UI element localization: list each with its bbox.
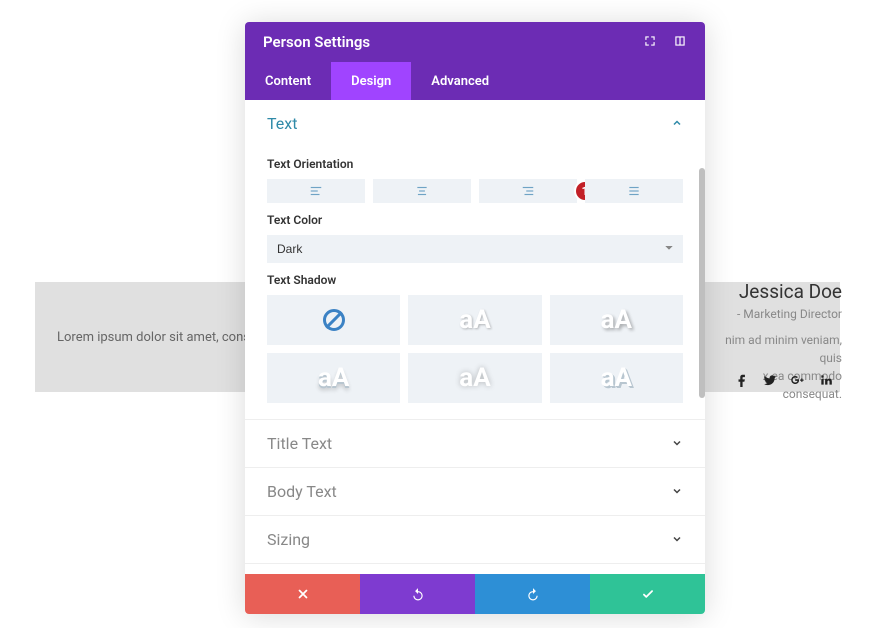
orientation-row: 1	[267, 179, 683, 203]
section-text-header[interactable]: Text	[245, 100, 705, 147]
label-text-color: Text Color	[267, 213, 683, 227]
none-icon	[323, 309, 345, 331]
section-body-text: Body Text	[245, 468, 705, 516]
section-title-text-title: Title Text	[267, 434, 671, 453]
preview-name: Jessica Doe	[710, 280, 842, 303]
twitter-icon[interactable]	[763, 373, 777, 387]
chevron-down-icon	[671, 482, 683, 501]
snap-icon[interactable]	[673, 33, 687, 52]
shadow-option-4[interactable]: aA	[408, 353, 541, 403]
shadow-option-5[interactable]: aA	[550, 353, 683, 403]
tab-design[interactable]: Design	[331, 62, 411, 100]
undo-button[interactable]	[360, 574, 475, 614]
confirm-button[interactable]	[590, 574, 705, 614]
label-text-shadow: Text Shadow	[267, 273, 683, 287]
preview-lorem-text: Lorem ipsum dolor sit amet, consecte	[35, 330, 275, 345]
modal-footer	[245, 574, 705, 614]
label-text-orientation: Text Orientation	[267, 157, 683, 171]
shadow-sample-icon: aA	[459, 363, 490, 393]
align-center-button[interactable]	[373, 179, 471, 203]
googleplus-icon[interactable]	[791, 373, 805, 387]
modal-header: Person Settings	[245, 22, 705, 62]
tabs: Content Design Advanced	[245, 62, 705, 100]
section-text: Text Text Orientation	[245, 100, 705, 420]
section-sizing: Sizing	[245, 516, 705, 564]
expand-icon[interactable]	[643, 33, 657, 52]
facebook-icon[interactable]	[735, 373, 749, 387]
section-sizing-header[interactable]: Sizing	[245, 516, 705, 563]
settings-modal: Person Settings Content Design Advanced …	[245, 22, 705, 614]
chevron-down-icon	[671, 434, 683, 453]
preview-role: - Marketing Director	[710, 307, 842, 321]
tab-content[interactable]: Content	[245, 62, 331, 100]
shadow-sample-icon: aA	[601, 363, 632, 393]
shadow-sample-icon: aA	[601, 305, 632, 335]
shadow-sample-icon: aA	[459, 305, 490, 335]
shadow-none-option[interactable]	[267, 295, 400, 345]
section-text-body: Text Orientation 1	[245, 157, 705, 419]
chevron-down-icon	[671, 530, 683, 549]
modal-title: Person Settings	[263, 33, 643, 51]
shadow-option-2[interactable]: aA	[550, 295, 683, 345]
tab-advanced[interactable]: Advanced	[411, 62, 509, 100]
section-body-text-title: Body Text	[267, 482, 671, 501]
linkedin-icon[interactable]	[819, 373, 833, 387]
shadow-option-1[interactable]: aA	[408, 295, 541, 345]
align-left-button[interactable]	[267, 179, 365, 203]
chevron-up-icon	[671, 114, 683, 133]
text-color-select[interactable]: Dark	[267, 235, 683, 263]
section-title-text: Title Text	[245, 420, 705, 468]
preview-social-icons	[735, 373, 833, 387]
scrollbar-thumb[interactable]	[699, 168, 705, 398]
redo-button[interactable]	[475, 574, 590, 614]
preview-body-line-1: nim ad minim veniam, quis	[710, 331, 842, 367]
section-body-text-header[interactable]: Body Text	[245, 468, 705, 515]
settings-panel: Text Text Orientation	[245, 100, 705, 574]
shadow-option-3[interactable]: aA	[267, 353, 400, 403]
section-text-title: Text	[267, 114, 671, 133]
section-sizing-title: Sizing	[267, 530, 671, 549]
shadow-sample-icon: aA	[318, 363, 349, 393]
section-title-text-header[interactable]: Title Text	[245, 420, 705, 467]
align-justify-button[interactable]	[585, 179, 683, 203]
modal-header-actions	[643, 33, 687, 52]
text-shadow-grid: aA aA aA aA aA	[267, 295, 683, 403]
align-right-button[interactable]: 1	[479, 179, 577, 203]
cancel-button[interactable]	[245, 574, 360, 614]
